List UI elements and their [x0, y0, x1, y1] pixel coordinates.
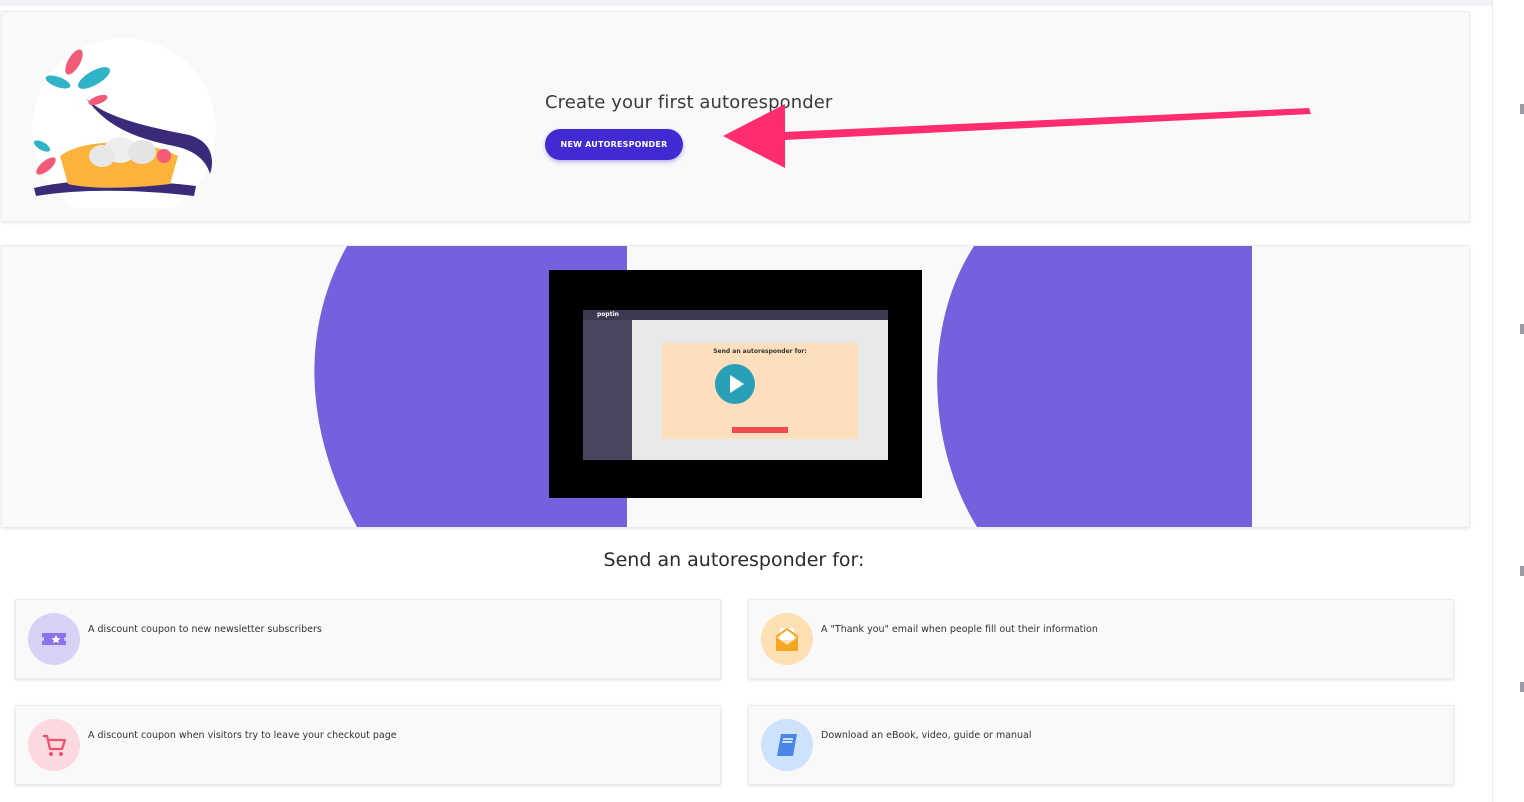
edge-mark: [1520, 682, 1524, 692]
edge-mark: [1520, 104, 1524, 114]
option-card-thank-you-email[interactable]: A "Thank you" email when people fill out…: [748, 599, 1454, 679]
option-text: A "Thank you" email when people fill out…: [821, 624, 1098, 635]
top-bar: [0, 0, 1492, 6]
ticket-star-icon: [28, 613, 80, 665]
option-text: A discount coupon when visitors try to l…: [88, 730, 397, 741]
shopping-cart-icon: [28, 719, 80, 771]
book-icon: [761, 719, 813, 771]
thumbnail-topbar: poptin: [583, 310, 888, 320]
play-icon[interactable]: [715, 364, 755, 404]
video-section: poptin Send an autoresponder for:: [1, 245, 1470, 528]
thumbnail-sidebar: [583, 320, 632, 460]
option-card-checkout-coupon[interactable]: A discount coupon when visitors try to l…: [15, 705, 721, 785]
new-autoresponder-button[interactable]: NEW AUTORESPONDER: [545, 129, 683, 160]
thumbnail-panel: Send an autoresponder for:: [662, 343, 858, 439]
bird-nest-illustration: [32, 38, 216, 208]
edge-mark: [1520, 566, 1524, 576]
option-card-newsletter-coupon[interactable]: A discount coupon to new newsletter subs…: [15, 599, 721, 679]
thumbnail-button: [732, 427, 788, 433]
pointer-arrow-icon: [723, 104, 1311, 168]
edge-mark: [1520, 324, 1524, 334]
envelope-open-icon: [761, 613, 813, 665]
option-card-ebook-download[interactable]: Download an eBook, video, guide or manua…: [748, 705, 1454, 785]
section-title: Send an autoresponder for:: [603, 549, 865, 571]
video-player[interactable]: poptin Send an autoresponder for:: [549, 270, 922, 498]
thumbnail-brand: poptin: [597, 311, 619, 318]
thumbnail-heading: Send an autoresponder for:: [713, 348, 807, 355]
option-text: A discount coupon to new newsletter subs…: [88, 624, 322, 635]
option-text: Download an eBook, video, guide or manua…: [821, 730, 1032, 741]
